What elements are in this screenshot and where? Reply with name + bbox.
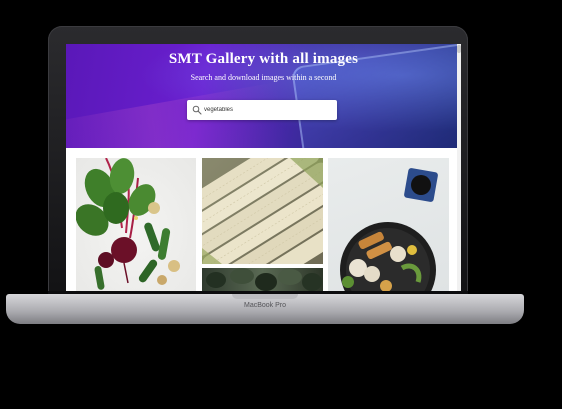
greens-illustration: [206, 268, 322, 291]
gallery-image-vegetable-bowl[interactable]: [328, 158, 449, 291]
hero-title: SMT Gallery with all images: [168, 51, 359, 67]
laptop-mockup: SMT Gallery with all images Search and d…: [0, 0, 562, 409]
laptop-model-label: MacBook Pro: [243, 302, 287, 309]
corn-illustration: [202, 158, 323, 264]
gallery-image-corn[interactable]: [202, 158, 323, 264]
search-icon: [192, 105, 202, 115]
search-box[interactable]: [187, 100, 337, 120]
image-gallery: [76, 158, 449, 291]
gallery-image-beetroot[interactable]: [76, 158, 196, 291]
scrollbar-thumb[interactable]: [457, 45, 461, 53]
laptop-base: MacBook Pro: [6, 294, 524, 324]
gallery-image-greens[interactable]: [202, 268, 323, 291]
page-scrollbar[interactable]: [457, 44, 461, 291]
browser-screen: SMT Gallery with all images Search and d…: [66, 44, 461, 291]
laptop-notch: [232, 294, 298, 299]
hero-banner: SMT Gallery with all images Search and d…: [66, 44, 461, 148]
hero-subtitle: Search and download images within a seco…: [190, 73, 337, 82]
vegetable-bowl-illustration: [340, 168, 438, 291]
beetroot-illustration: [76, 158, 180, 290]
search-input[interactable]: [204, 103, 332, 117]
